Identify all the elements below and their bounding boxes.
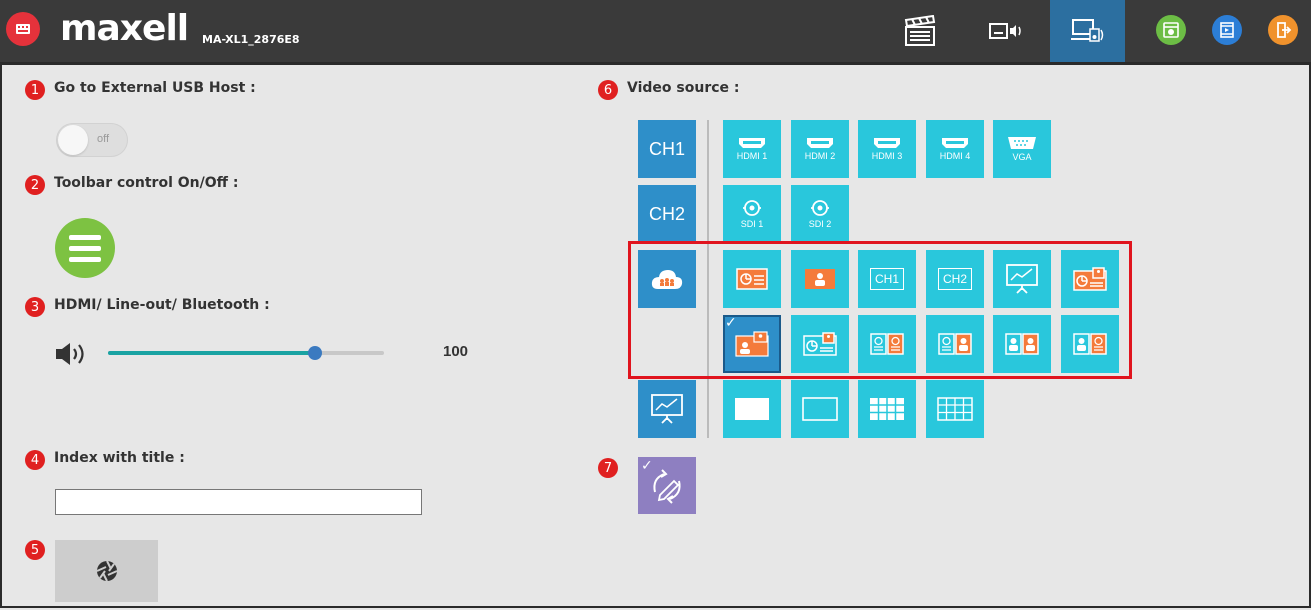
step-badge-7: 7 (598, 458, 618, 478)
vga-label: VGA (1012, 152, 1032, 162)
volume-slider-handle[interactable] (308, 346, 322, 360)
sdi-connector-icon (811, 200, 829, 216)
hdmi-2-source[interactable]: HDMI 2 (791, 120, 849, 178)
presentation-board-icon (651, 394, 683, 424)
settings-icon (1163, 22, 1179, 38)
screen-audio-button[interactable] (970, 0, 1040, 62)
toggle-knob (58, 125, 88, 155)
volume-slider[interactable] (108, 346, 384, 360)
grid-outline-icon (937, 397, 973, 421)
hdmi-port-icon (739, 138, 765, 148)
sdi-1-source[interactable]: SDI 1 (723, 185, 781, 243)
step-badge-2: 2 (25, 175, 45, 195)
step-badge-4: 4 (25, 450, 45, 470)
video-source-label: Video source : (627, 80, 740, 96)
toggle-state-text: off (97, 133, 110, 145)
clapper-button[interactable] (885, 0, 955, 62)
layout-grid-filled[interactable] (858, 380, 916, 438)
toolbar-menu-button[interactable] (55, 218, 115, 278)
step-badge-5: 5 (25, 540, 45, 560)
capture-button[interactable] (55, 540, 158, 602)
hdmi-2-label: HDMI 2 (804, 151, 836, 161)
menu-icon-line (69, 234, 101, 240)
device-name: MA-XL1_2876E8 (202, 33, 300, 46)
sync-pen-icon (653, 469, 681, 504)
step-badge-3: 3 (25, 297, 45, 317)
hdmi-3-label: HDMI 3 (871, 151, 903, 161)
channel-2-label: CH2 (648, 203, 685, 224)
hdmi-port-icon (874, 138, 900, 148)
monitor-speaker-button[interactable] (1050, 0, 1125, 62)
screen-audio-icon (989, 23, 1021, 39)
hdmi-4-source[interactable]: HDMI 4 (926, 120, 984, 178)
channel-1-label: CH1 (648, 138, 685, 159)
monitor-speaker-icon (1070, 19, 1103, 42)
volume-value: 100 (443, 343, 469, 360)
exit-icon (1277, 22, 1292, 38)
sync-toggle-button[interactable]: ✓ (638, 457, 696, 514)
grid-filled-icon (870, 398, 904, 420)
volume-slider-fill (108, 351, 315, 355)
layout-full-outline[interactable] (791, 380, 849, 438)
menu-icon-line (69, 245, 101, 251)
sdi-connector-icon (743, 200, 761, 216)
clapper-icon (904, 15, 936, 46)
speaker-icon[interactable] (54, 341, 90, 371)
usb-host-toggle[interactable]: off (56, 123, 128, 157)
aperture-icon (96, 560, 117, 582)
single-outline-icon (802, 397, 838, 421)
menu-icon-line (69, 256, 101, 262)
hdmi-port-icon (942, 138, 968, 148)
audio-output-label: HDMI/ Line-out/ Bluetooth : (54, 297, 270, 313)
vga-source[interactable]: VGA (993, 120, 1051, 178)
hdmi-4-label: HDMI 4 (939, 151, 971, 161)
channel-2-button[interactable]: CH2 (638, 185, 696, 243)
hdmi-3-source[interactable]: HDMI 3 (858, 120, 916, 178)
layout-grid-outline[interactable] (926, 380, 984, 438)
exit-button[interactable] (1268, 15, 1298, 45)
vga-port-icon (1008, 137, 1036, 149)
layout-full-white[interactable] (723, 380, 781, 438)
sdi-2-source[interactable]: SDI 2 (791, 185, 849, 243)
index-title-label: Index with title : (54, 450, 185, 466)
presentation-mode-button[interactable] (638, 380, 696, 438)
sdi-2-label: SDI 2 (808, 219, 832, 229)
settings-button[interactable] (1156, 15, 1186, 45)
film-button[interactable] (1212, 15, 1242, 45)
step-badge-6: 6 (598, 80, 618, 100)
app-icon[interactable] (6, 12, 40, 46)
hdmi-port-icon (807, 138, 833, 148)
hdmi-1-label: HDMI 1 (736, 151, 768, 161)
top-bar: maxell MA-XL1_2876E8 (0, 0, 1311, 65)
step-badge-1: 1 (25, 80, 45, 100)
film-icon (1220, 22, 1234, 38)
usb-host-label: Go to External USB Host : (54, 80, 256, 96)
channel-1-button[interactable]: CH1 (638, 120, 696, 178)
single-screen-icon (735, 398, 769, 420)
brand-logo: maxell (60, 8, 189, 49)
sdi-1-label: SDI 1 (740, 219, 764, 229)
toolbar-control-label: Toolbar control On/Off : (54, 175, 239, 191)
hdmi-1-source[interactable]: HDMI 1 (723, 120, 781, 178)
cloud-layout-highlight (628, 241, 1132, 379)
index-title-input[interactable] (55, 489, 422, 515)
